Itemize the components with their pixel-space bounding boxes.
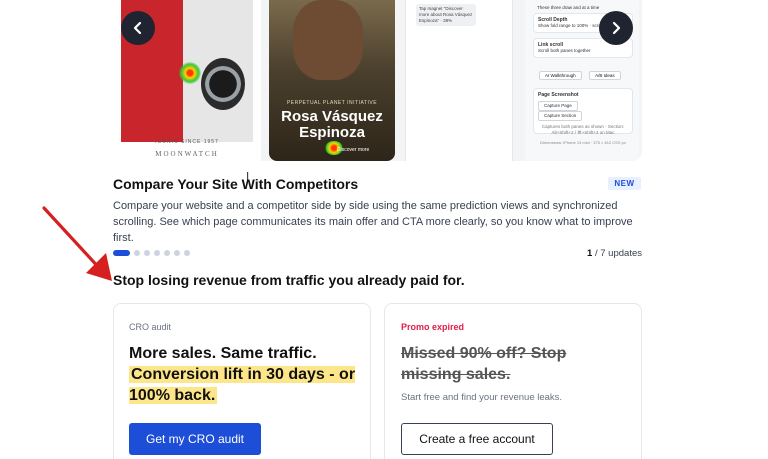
carousel-dot[interactable] [184,250,190,256]
carousel-dot[interactable] [144,250,150,256]
section-title: Stop losing revenue from traffic you alr… [113,272,465,288]
carousel-next-button[interactable] [599,11,633,45]
updates-total: / 7 updates [592,248,642,259]
carousel-prev-button[interactable] [121,11,155,45]
slide-preview-portrait: PERPETUAL PLANET INITIATIVE Rosa Vásquez… [269,0,395,161]
portrait-name: Rosa Vásquez Espinoza [281,108,383,141]
watch-ad-caption: MOONWATCH [155,150,219,158]
watch-image [201,58,245,110]
feature-carousel: ICONIC SINCE 1957 MOONWATCH PERPETUAL PL… [113,0,642,161]
updates-counter: 1 / 7 updates [560,248,642,259]
card-subtext: Start free and find your revenue leaks. [401,392,563,403]
carousel-dot[interactable] [164,250,170,256]
card-headline-strikethrough: Missed 90% off? Stop missing sales. [401,345,567,383]
portrait-cta: Discover more [337,147,370,153]
get-cro-audit-button[interactable]: Get my CRO audit [129,423,261,455]
chevron-right-icon [612,21,621,35]
capture-note: Captures both panes as shown · Section: … [541,124,625,135]
portrait-tag: PERPETUAL PLANET INITIATIVE [286,100,378,106]
card-headline: More sales. Same traffic. Conversion lif… [129,343,359,406]
dimensions-note: Dimensions: iPhone 13 mini · 375 × 812 C… [540,140,626,145]
link-scroll-sub: Scroll both panes together [538,48,591,53]
slide-preview-chat: Tap magnet "Discover more about Rosa Vás… [405,0,513,161]
card-kicker: Promo expired [401,322,465,332]
carousel-dot[interactable] [134,250,140,256]
new-badge: NEW [608,177,641,190]
settings-buttons: AI Walkthrough A/B Ideas [539,64,624,82]
promo-card: Promo expired Missed 90% off? Stop missi… [384,303,642,459]
capture-section-button[interactable]: Capture Section [538,111,583,121]
red-arrow-icon [42,206,112,281]
watch-ad-tagline: ICONIC SINCE 1957 [155,139,219,145]
page-screenshot-title: Page Screenshot [538,92,579,98]
heatmap-spot [179,62,201,84]
carousel-dot[interactable] [154,250,160,256]
feature-description: Compare your website and a competitor si… [113,200,633,244]
carousel-dots [113,250,190,256]
chat-bubble: Tap magnet "Discover more about Rosa Vás… [416,4,476,26]
carousel-dot[interactable] [174,250,180,256]
chevron-left-icon [133,21,142,35]
cro-audit-card: CRO audit More sales. Same traffic. Conv… [113,303,371,459]
ai-walkthrough-button[interactable]: AI Walkthrough [539,71,582,80]
capture-page-button[interactable]: Capture Page [538,101,578,111]
portrait-image [293,0,363,80]
card-headline-text: More sales. Same traffic. [129,345,317,362]
ab-ideas-button[interactable]: A/B Ideas [589,71,621,80]
feature-title: Compare Your Site With Competitors [113,176,359,192]
create-free-account-button[interactable]: Create a free account [401,423,553,455]
page-screenshot-box: Page Screenshot Capture Page Capture Sec… [533,88,633,135]
card-headline-highlight: Conversion lift in 30 days - or 100% bac… [129,366,356,404]
card-kicker: CRO audit [129,322,172,332]
